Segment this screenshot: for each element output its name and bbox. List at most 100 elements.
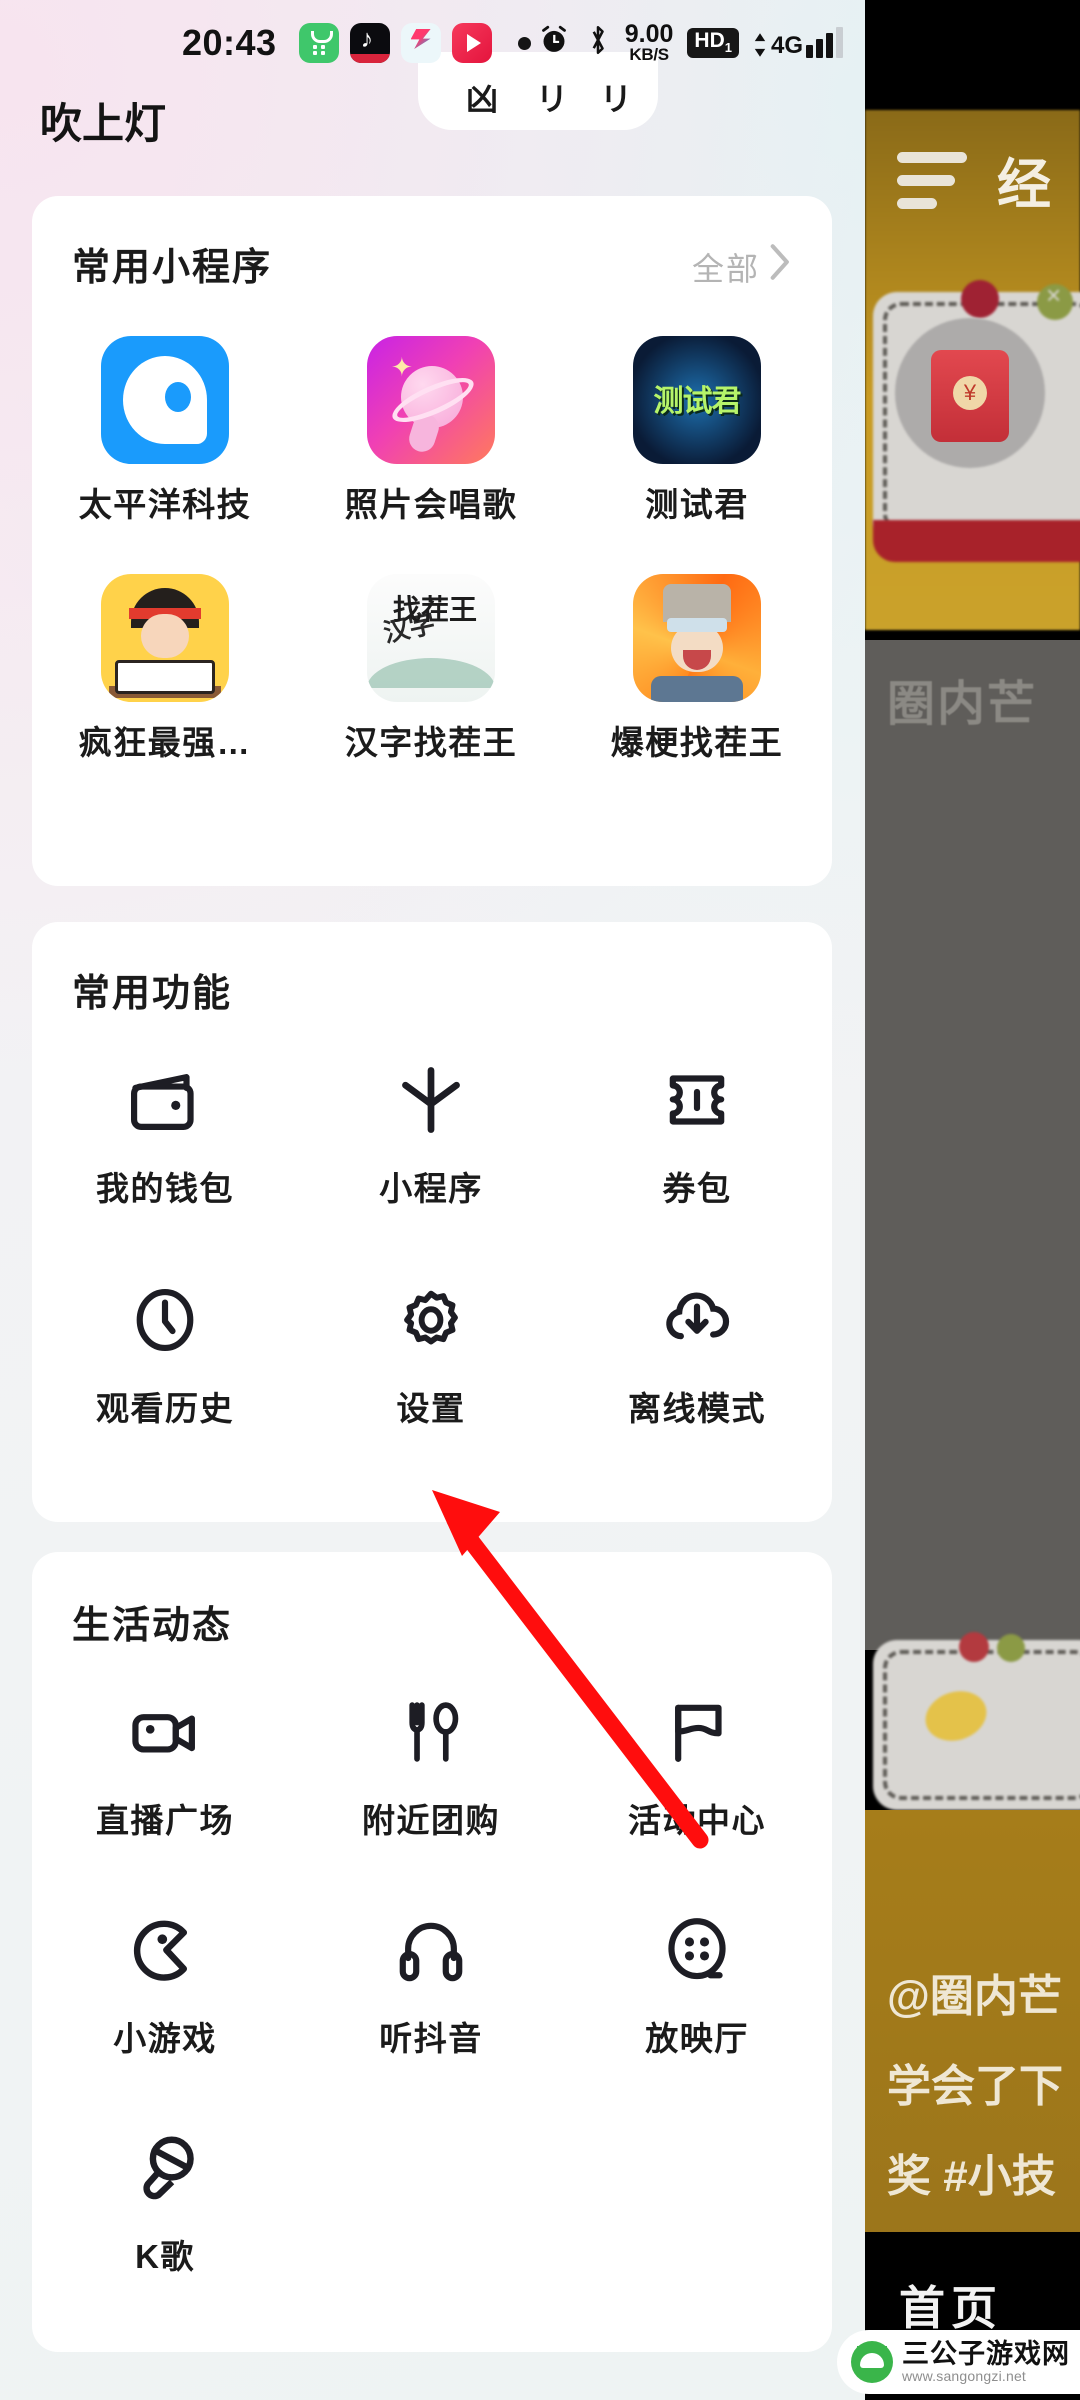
- mini-programs-card: 常用小程序 全部 太平洋科技 ✦ 照片会唱歌 测试君 测试君 疯狂最强… 汉字 …: [32, 196, 832, 886]
- chevron-right-icon[interactable]: [762, 240, 796, 289]
- watermark-site-name: 三公子游戏网: [902, 2339, 1070, 2370]
- photo-sings-icon: ✦: [367, 336, 495, 464]
- bg-caption-line-3: 奖 #小技: [887, 2152, 1056, 2201]
- wallet-icon: [117, 1052, 213, 1148]
- microphone-icon: [117, 2120, 213, 2216]
- mini-program-label: 太平洋科技: [78, 486, 252, 523]
- recording-dot-icon: [517, 36, 531, 50]
- mini-program-item[interactable]: 爆梗找茬王: [564, 574, 830, 764]
- life-label: 放映厅: [645, 2020, 749, 2057]
- status-bar-right-cluster: 9.00 KB/S HD1 4G: [537, 20, 851, 64]
- net-speed-indicator: 9.00 KB/S: [624, 20, 674, 64]
- life-label: K歌: [135, 2238, 195, 2275]
- gear-settings-icon: [383, 1272, 479, 1368]
- mini-programs-title: 常用小程序: [72, 247, 273, 289]
- life-label: 听抖音: [379, 2020, 483, 2057]
- headphones-icon: [383, 1902, 479, 1998]
- mini-program-item[interactable]: 汉字 找茬王 汉字找茬王: [298, 574, 564, 764]
- net-speed-unit: KB/S: [629, 44, 669, 64]
- mini-program-item[interactable]: 太平洋科技: [32, 336, 298, 526]
- life-label: 小游戏: [113, 2020, 217, 2057]
- function-label: 离线模式: [628, 1390, 766, 1427]
- life-label: 直播广场: [96, 1802, 234, 1839]
- bg-coupon-card-2[interactable]: [873, 1632, 1080, 1810]
- mini-programs-grid: 太平洋科技 ✦ 照片会唱歌 测试君 测试君 疯狂最强… 汉字 找茬王 汉字找茬王…: [32, 336, 832, 764]
- hamburger-menu-icon[interactable]: [897, 152, 967, 221]
- android-robot-icon: [851, 2341, 893, 2383]
- mini-program-item[interactable]: 疯狂最强…: [32, 574, 298, 764]
- mini-program-label: 照片会唱歌: [344, 486, 518, 523]
- life-label: 附近团购: [362, 1802, 500, 1839]
- function-label: 观看历史: [96, 1390, 234, 1427]
- common-functions-card: 常用功能 我的钱包 小程序 券包 观看历史 设置 离线模式: [32, 922, 832, 1522]
- site-watermark: 三公子游戏网 www.sangongzi.net: [837, 2330, 1080, 2394]
- function-label: 券包: [662, 1170, 732, 1207]
- mini-program-item[interactable]: 测试君 测试君: [564, 336, 830, 526]
- function-label: 我的钱包: [96, 1170, 234, 1207]
- function-item-wallet[interactable]: 我的钱包: [32, 1052, 298, 1210]
- data-transfer-arrows-icon: [753, 32, 767, 58]
- cloud-download-icon: [649, 1272, 745, 1368]
- alarm-clock-icon: [537, 23, 571, 62]
- test-jun-icon: 测试君: [633, 336, 761, 464]
- function-label: 小程序: [379, 1170, 483, 1207]
- network-indicator: 4G: [753, 27, 843, 60]
- common-functions-grid: 我的钱包 小程序 券包 观看历史 设置 离线模式: [32, 1052, 832, 1430]
- net-speed-value: 9.00: [624, 20, 674, 49]
- life-item-listen[interactable]: 听抖音: [298, 1902, 564, 2060]
- function-item-coupon[interactable]: 券包: [564, 1052, 830, 1210]
- douyin-icon: [349, 23, 390, 63]
- status-bar-time: 20:43: [182, 22, 277, 63]
- life-item-live[interactable]: 直播广场: [32, 1684, 298, 1842]
- flag-icon: [649, 1684, 745, 1780]
- video-camera-icon: [117, 1684, 213, 1780]
- cut-row-title: 吹上灯: [40, 100, 167, 147]
- function-item-settings[interactable]: 设置: [298, 1272, 564, 1430]
- mini-program-asterisk-icon: [383, 1052, 479, 1148]
- pacman-game-icon: [117, 1902, 213, 1998]
- bg-overlay-text: 圈内芒: [887, 678, 1038, 731]
- life-item-activity[interactable]: 活动中心: [564, 1684, 830, 1842]
- bg-card-base: [873, 520, 1080, 562]
- network-type-label: 4G: [770, 32, 803, 60]
- bg-header-text: 经: [997, 155, 1051, 215]
- life-label: 活动中心: [628, 1802, 766, 1839]
- bg-tab-home[interactable]: 首页: [899, 2272, 1003, 2338]
- clock-history-icon: [117, 1272, 213, 1368]
- life-item-karaoke[interactable]: K歌: [32, 2120, 298, 2278]
- coupon-ticket-icon: [649, 1052, 745, 1148]
- watermark-site-url: www.sangongzi.net: [902, 2367, 1027, 2384]
- life-dynamics-card: 生活动态 直播广场 附近团购 活动中心 小游戏 听抖音 放映厅 K歌: [32, 1552, 832, 2352]
- function-item-offline[interactable]: 离线模式: [564, 1272, 830, 1430]
- status-bar-app-icons: [298, 23, 492, 63]
- film-reel-icon: [649, 1902, 745, 1998]
- bg-caption-line-2: 学会了下: [887, 2062, 1063, 2111]
- function-label: 设置: [396, 1390, 466, 1427]
- hd-badge-icon: HD1: [687, 28, 739, 58]
- mini-program-label: 爆梗找茬王: [610, 724, 784, 761]
- profile-drawer-panel: 20:43 9.00 KB/S HD1 4G: [0, 0, 865, 2400]
- bg-caption-line-1: @圈内芒: [887, 1972, 1062, 2021]
- mini-program-label: 疯狂最强…: [78, 724, 252, 761]
- wechat-channels-icon: [298, 23, 339, 63]
- mini-program-label: 测试君: [645, 486, 749, 523]
- mini-program-item[interactable]: ✦ 照片会唱歌: [298, 336, 564, 526]
- life-item-cinema[interactable]: 放映厅: [564, 1902, 830, 2060]
- red-envelope-icon[interactable]: [931, 350, 1009, 442]
- baogeng-find-fault-icon: [633, 574, 761, 702]
- signal-bars-icon: [806, 27, 843, 59]
- mini-programs-all-link[interactable]: 全部: [692, 244, 760, 290]
- life-dynamics-grid: 直播广场 附近团购 活动中心 小游戏 听抖音 放映厅 K歌: [32, 1684, 832, 2278]
- top-cut-row: 吹上灯 凶 リ リ: [0, 52, 865, 172]
- function-item-history[interactable]: 观看历史: [32, 1272, 298, 1430]
- kuaishou-icon: [400, 23, 441, 63]
- video-play-icon: [451, 23, 492, 63]
- fork-spoon-icon: [383, 1684, 479, 1780]
- life-item-minigame[interactable]: 小游戏: [32, 1902, 298, 2060]
- function-item-miniprogram[interactable]: 小程序: [298, 1052, 564, 1210]
- mini-program-label: 汉字找茬王: [344, 724, 518, 761]
- life-item-groupbuy[interactable]: 附近团购: [298, 1684, 564, 1842]
- crazy-strongest-icon: [101, 574, 229, 702]
- background-app-strip[interactable]: 经 圈内芒 @圈内芒 学会了下 奖 #小技 首页: [865, 0, 1080, 2400]
- bg-video-area[interactable]: [865, 640, 1080, 1650]
